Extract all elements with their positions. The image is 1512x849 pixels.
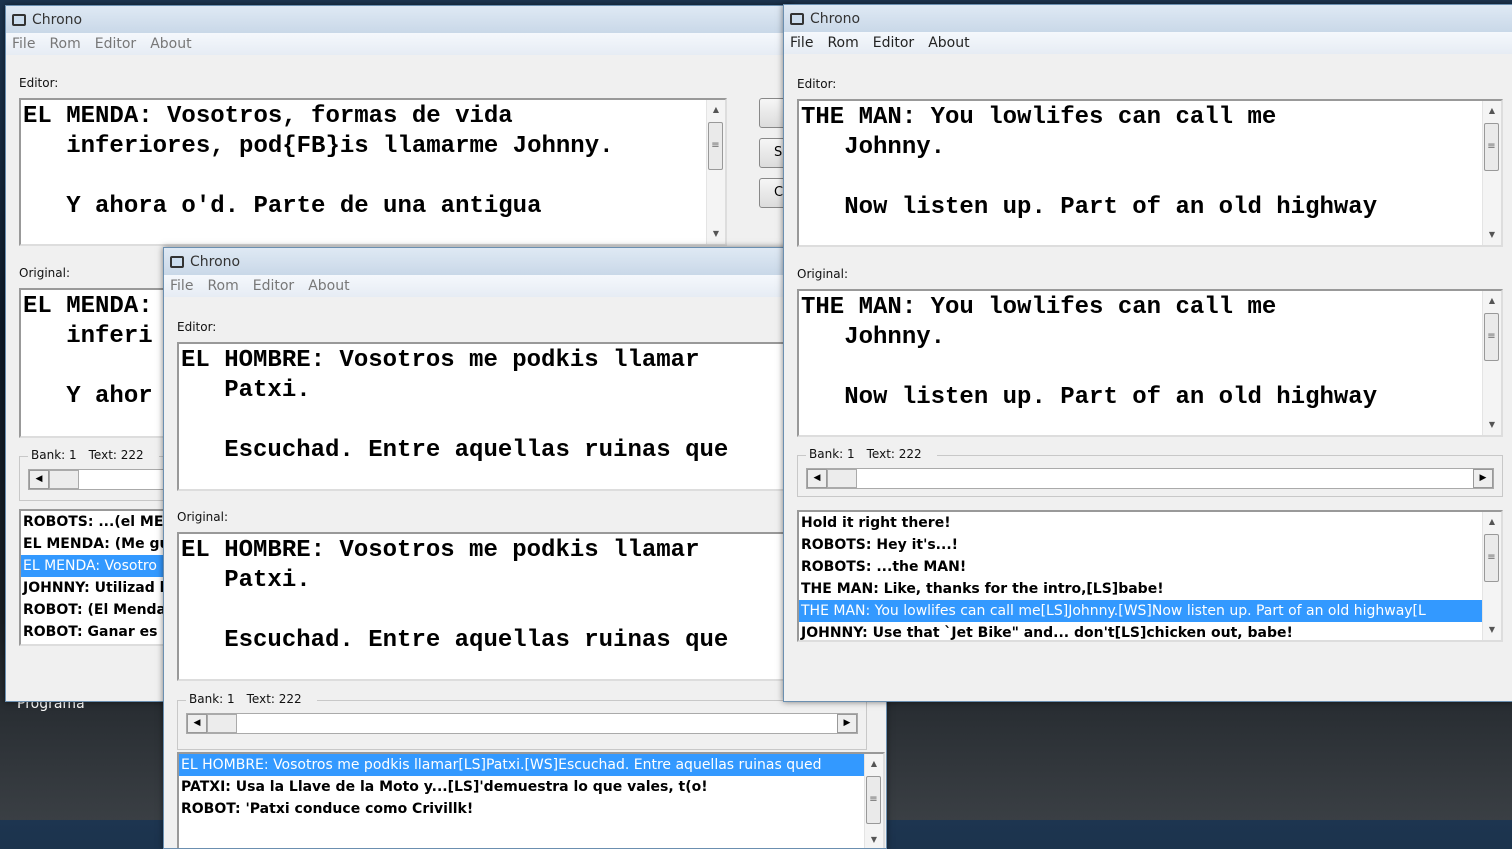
bank-label: Bank: 1: [189, 692, 235, 706]
app-icon: [170, 255, 184, 268]
editor-label: Editor:: [19, 76, 59, 90]
editor-label: Editor:: [797, 77, 837, 91]
scroll-up-arrow-icon[interactable]: ▲: [1483, 293, 1501, 309]
text-index-scrollbar[interactable]: ◀▶: [806, 468, 1494, 489]
groupbox-legend: Bank: 1 Text: 222: [186, 692, 317, 706]
menu-about[interactable]: About: [928, 35, 969, 51]
menu-file[interactable]: File: [12, 36, 35, 52]
text-list[interactable]: EL HOMBRE: Vosotros me podkis llamar[LS]…: [177, 752, 885, 848]
groupbox-legend: Bank: 1 Text: 222: [28, 448, 159, 462]
scroll-down-arrow-icon[interactable]: ▼: [707, 226, 725, 242]
list-item[interactable]: ROBOTS: Hey it's...!: [799, 534, 1483, 556]
bank-groupbox: Bank: 1Text: 222◀▶: [797, 447, 1503, 497]
editor-textbox[interactable]: THE MAN: You lowlifes can call me Johnny…: [797, 99, 1503, 247]
original-label: Original:: [797, 267, 848, 281]
text-label: Text: 222: [88, 448, 144, 462]
scroll-thumb[interactable]: ≡: [708, 122, 723, 170]
menu-about[interactable]: About: [308, 278, 349, 294]
menu-bar: File Rom Editor About: [164, 275, 886, 297]
list-item[interactable]: JOHNNY: Use that `Jet Bike" and... don't…: [799, 622, 1483, 640]
groupbox-legend: Bank: 1 Text: 222: [806, 447, 937, 461]
scroll-thumb[interactable]: ≡: [1484, 313, 1499, 361]
original-textbox: THE MAN: You lowlifes can call me Johnny…: [797, 289, 1503, 437]
editor-text[interactable]: EL HOMBRE: Vosotros me podkis llamar Pat…: [179, 344, 886, 466]
list-item[interactable]: ROBOTS: ...the MAN!: [799, 556, 1483, 578]
list-item[interactable]: PATXI: Usa la Llave de la Moto y...[LS]'…: [179, 776, 865, 798]
scroll-right-arrow-icon[interactable]: ▶: [1473, 469, 1493, 488]
list-item[interactable]: Hold it right there!: [799, 512, 1483, 534]
editor-text[interactable]: THE MAN: You lowlifes can call me Johnny…: [799, 101, 1501, 223]
list-item[interactable]: ROBOT: 'Patxi conduce como Crivillk!: [179, 798, 865, 820]
scroll-thumb[interactable]: ≡: [1484, 534, 1499, 582]
scroll-down-arrow-icon[interactable]: ▼: [1483, 227, 1501, 243]
app-icon: [12, 13, 26, 26]
title-bar[interactable]: Chrono: [6, 6, 791, 33]
list-item[interactable]: THE MAN: You lowlifes can call me[LS]Joh…: [799, 600, 1483, 622]
menu-rom[interactable]: Rom: [827, 35, 858, 51]
menu-bar: File Rom Editor About: [6, 33, 791, 55]
original-label: Original:: [19, 266, 70, 280]
editor-label: Editor:: [177, 320, 217, 334]
bank-label: Bank: 1: [31, 448, 77, 462]
scroll-down-arrow-icon[interactable]: ▼: [1483, 622, 1501, 638]
scroll-down-arrow-icon[interactable]: ▼: [1483, 417, 1501, 433]
scroll-left-arrow-icon[interactable]: ◀: [807, 469, 827, 488]
original-label: Original:: [177, 510, 228, 524]
editor-text[interactable]: EL MENDA: Vosotros, formas de vida infer…: [21, 100, 725, 222]
editor-textbox[interactable]: EL MENDA: Vosotros, formas de vida infer…: [19, 98, 727, 246]
bank-groupbox: Bank: 1Text: 222◀▶: [177, 692, 867, 750]
scroll-thumb[interactable]: [207, 714, 237, 733]
scroll-right-arrow-icon[interactable]: ▶: [837, 714, 857, 733]
scroll-thumb[interactable]: [49, 470, 79, 489]
vertical-scrollbar[interactable]: ▲ ≡ ▼: [1482, 512, 1501, 640]
scroll-left-arrow-icon[interactable]: ◀: [29, 470, 49, 489]
list-item[interactable]: EL HOMBRE: Vosotros me podkis llamar[LS]…: [179, 754, 865, 776]
window-title: Chrono: [32, 11, 83, 28]
original-textbox: EL HOMBRE: Vosotros me podkis llamar Pat…: [177, 532, 886, 681]
vertical-scrollbar[interactable]: ▲ ≡ ▼: [864, 754, 883, 848]
scroll-thumb[interactable]: ≡: [1484, 123, 1499, 171]
menu-about[interactable]: About: [150, 36, 191, 52]
title-bar[interactable]: Chrono: [784, 5, 1512, 32]
menu-editor[interactable]: Editor: [873, 35, 914, 51]
scroll-up-arrow-icon[interactable]: ▲: [707, 102, 725, 118]
scroll-down-arrow-icon[interactable]: ▼: [865, 832, 883, 848]
text-list[interactable]: Hold it right there! ROBOTS: Hey it's...!…: [797, 510, 1503, 642]
menu-file[interactable]: File: [790, 35, 813, 51]
title-bar[interactable]: Chrono: [164, 248, 886, 275]
menu-rom[interactable]: Rom: [49, 36, 80, 52]
text-label: Text: 222: [246, 692, 302, 706]
scroll-left-arrow-icon[interactable]: ◀: [187, 714, 207, 733]
text-label: Text: 222: [866, 447, 922, 461]
app-icon: [790, 12, 804, 25]
vertical-scrollbar[interactable]: ▲ ≡ ▼: [706, 100, 725, 244]
vertical-scrollbar[interactable]: ▲ ≡ ▼: [1482, 291, 1501, 435]
scroll-thumb[interactable]: ≡: [866, 776, 881, 824]
chrono-window: Chrono File Rom Editor About Editor: THE MAN: …: [783, 4, 1512, 702]
scroll-up-arrow-icon[interactable]: ▲: [1483, 103, 1501, 119]
scroll-up-arrow-icon[interactable]: ▲: [1483, 514, 1501, 530]
menu-editor[interactable]: Editor: [253, 278, 294, 294]
menu-file[interactable]: File: [170, 278, 193, 294]
list-item[interactable]: THE MAN: Like, thanks for the intro,[LS]…: [799, 578, 1483, 600]
scroll-thumb[interactable]: [827, 469, 857, 488]
chrono-window: Chrono File Rom Editor About Editor: EL HOMBRE…: [163, 247, 887, 849]
original-text: EL HOMBRE: Vosotros me podkis llamar Pat…: [181, 537, 729, 654]
text-index-scrollbar[interactable]: ◀▶: [186, 713, 858, 734]
window-title: Chrono: [190, 253, 241, 270]
menu-editor[interactable]: Editor: [95, 36, 136, 52]
original-text: THE MAN: You lowlifes can call me Johnny…: [801, 294, 1378, 411]
vertical-scrollbar[interactable]: ▲ ≡ ▼: [1482, 101, 1501, 245]
menu-bar: File Rom Editor About: [784, 32, 1512, 54]
window-title: Chrono: [810, 10, 861, 27]
editor-textbox[interactable]: EL HOMBRE: Vosotros me podkis llamar Pat…: [177, 342, 886, 491]
bank-label: Bank: 1: [809, 447, 855, 461]
scroll-up-arrow-icon[interactable]: ▲: [865, 756, 883, 772]
menu-rom[interactable]: Rom: [207, 278, 238, 294]
